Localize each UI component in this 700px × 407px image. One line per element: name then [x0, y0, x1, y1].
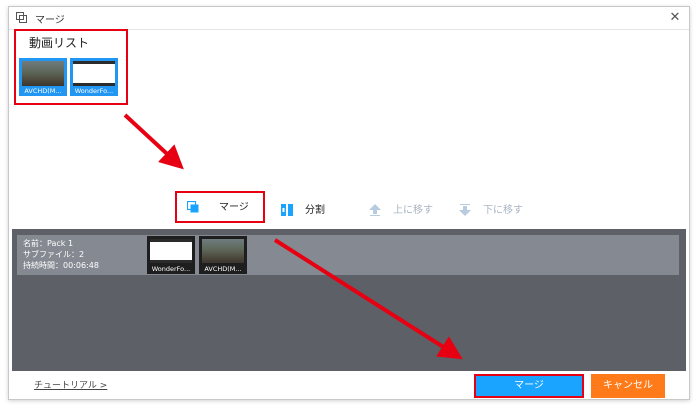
document-thumbnail — [73, 61, 115, 86]
move-up-button[interactable]: 上に移す — [369, 201, 433, 221]
merge-tool-label: マージ — [219, 202, 249, 213]
pack-name: 名前：Pack 1 — [23, 239, 74, 248]
video-list-heading: 動画リスト — [29, 36, 90, 50]
pack-subfiles: サブファイル：2 — [23, 250, 85, 259]
document-thumbnail — [150, 239, 192, 263]
video-list-item-label: AVCHD(M... — [24, 87, 62, 95]
window-title: マージ — [35, 15, 65, 26]
merge-icon — [187, 201, 199, 213]
video-list-item-label: WonderFo... — [74, 87, 114, 95]
pack-info: 名前：Pack 1 サブファイル：2 持続時間：00:06:48 — [23, 238, 99, 271]
move-down-icon — [459, 204, 471, 216]
video-thumbnail — [22, 61, 64, 86]
pack-thumb-label: WonderFo... — [151, 265, 191, 273]
move-down-label: 下に移す — [483, 205, 523, 216]
video-list: 動画リスト AVCHD(M... WonderFo... — [14, 29, 128, 105]
move-up-label: 上に移す — [393, 205, 433, 216]
merge-dialog: マージ ✕ 動画リスト AVCHD(M... WonderFo... マージ 分… — [8, 6, 690, 400]
video-list-item-avchd[interactable]: AVCHD(M... — [19, 58, 67, 96]
pack-row[interactable]: 名前：Pack 1 サブファイル：2 持続時間：00:06:48 WonderF… — [17, 235, 679, 275]
move-up-icon — [369, 204, 381, 216]
pack-thumb-wonderfox[interactable]: WonderFo... — [147, 236, 195, 274]
split-tool-button[interactable]: 分割 — [281, 201, 325, 221]
tutorial-link[interactable]: チュートリアル > — [34, 378, 107, 391]
pack-duration: 持続時間：00:06:48 — [23, 261, 99, 270]
split-tool-label: 分割 — [305, 205, 325, 216]
video-list-item-wonderfox[interactable]: WonderFo... — [70, 58, 118, 96]
merge-window-icon — [16, 12, 27, 23]
cancel-button[interactable]: キャンセル — [591, 374, 665, 398]
dialog-footer: チュートリアル > マージ キャンセル — [9, 371, 689, 399]
video-thumbnail — [202, 239, 244, 263]
title-bar: マージ ✕ — [9, 7, 689, 30]
split-icon — [281, 204, 293, 216]
merge-pack-panel: 名前：Pack 1 サブファイル：2 持続時間：00:06:48 WonderF… — [12, 229, 686, 371]
close-button[interactable]: ✕ — [667, 10, 683, 26]
move-down-button[interactable]: 下に移す — [459, 201, 523, 221]
pack-thumb-avchd[interactable]: AVCHD(M... — [199, 236, 247, 274]
pack-thumb-label: AVCHD(M... — [204, 265, 242, 273]
merge-tool-button[interactable]: マージ — [175, 191, 265, 223]
merge-button[interactable]: マージ — [474, 374, 584, 398]
